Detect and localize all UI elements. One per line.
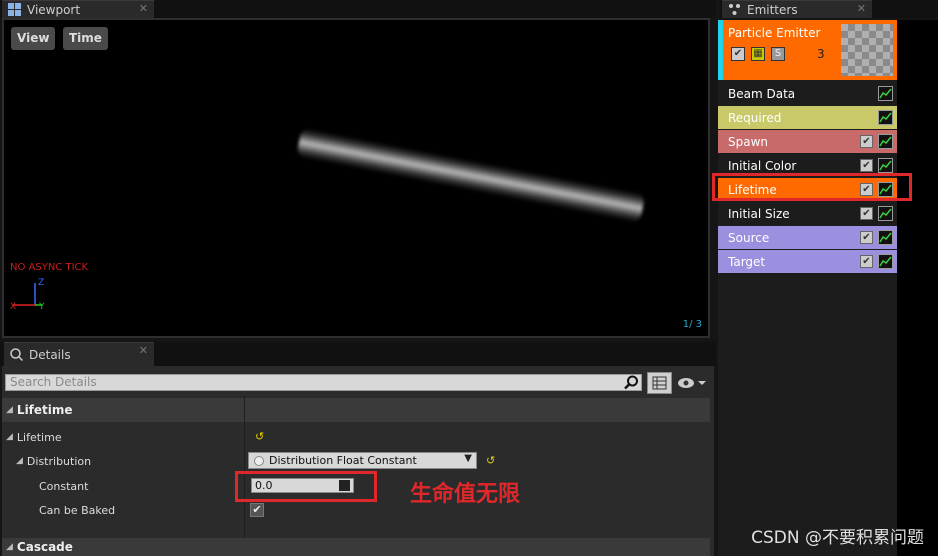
axis-z-label: Z: [38, 278, 44, 288]
category-cascade-label: Cascade: [16, 540, 73, 554]
curve-graph-icon[interactable]: [878, 254, 893, 269]
module-row[interactable]: Target ✔: [718, 250, 897, 273]
collapse-triangle-icon[interactable]: ◢: [16, 456, 23, 466]
view-options-button[interactable]: [676, 374, 710, 392]
particle-counter: 1/ 3: [682, 319, 702, 330]
prop-row-lifetime: ◢ Lifetime: [2, 425, 710, 449]
module-label: Source: [728, 230, 770, 245]
collapse-triangle-icon[interactable]: ◢: [6, 432, 13, 442]
distribution-dropdown[interactable]: Distribution Float Constant ▼: [248, 452, 477, 469]
category-lifetime[interactable]: ◢ Lifetime: [2, 398, 710, 422]
axis-y-label: Y: [38, 302, 45, 312]
tab-emitters-label: Emitters: [747, 2, 798, 17]
collapse-triangle-icon[interactable]: ◢: [6, 405, 13, 415]
solo-button[interactable]: S: [771, 47, 785, 61]
emitter-enable-checkbox[interactable]: ✔: [731, 47, 745, 61]
reset-to-default-icon[interactable]: ↺: [255, 430, 264, 443]
module-label: Initial Color: [728, 158, 797, 173]
curve-graph-icon[interactable]: [878, 206, 893, 221]
emitter-name: Particle Emitter: [728, 26, 821, 40]
close-icon[interactable]: ✕: [139, 344, 148, 357]
prop-constant-label: Constant: [39, 479, 89, 493]
module-row[interactable]: Required: [718, 106, 897, 129]
property-matrix-button[interactable]: [647, 372, 672, 394]
emitters-panel: Particle Emitter ✔ ▦ S 3 Beam Data Requir…: [718, 20, 938, 556]
viewport-icon: [8, 3, 21, 16]
curve-graph-icon[interactable]: [878, 134, 893, 149]
tab-viewport[interactable]: Viewport ✕: [2, 0, 154, 18]
module-row[interactable]: Source ✔: [718, 226, 897, 249]
class-icon: [254, 456, 264, 466]
grid-icon: [652, 376, 667, 390]
reset-to-default-icon[interactable]: ↺: [486, 454, 495, 467]
tab-viewport-label: Viewport: [27, 2, 81, 17]
module-enable-checkbox[interactable]: ✔: [860, 159, 873, 172]
search-icon[interactable]: [624, 375, 639, 390]
annotation-text: 生命值无限: [410, 482, 521, 507]
watermark: CSDN @不要积累问题: [751, 528, 924, 548]
details-panel: Search Details ◢ Lifetime ◢ Lifetime ↺ ◢…: [2, 366, 714, 556]
highlight-box-constant: [235, 471, 377, 502]
close-icon[interactable]: ✕: [139, 2, 148, 15]
module-enable-checkbox[interactable]: ✔: [860, 207, 873, 220]
axis-gizmo-icon: Z X Y: [10, 278, 45, 312]
viewport-canvas[interactable]: View Time NO ASYNC TICK Z X Y 1/ 3: [2, 18, 710, 338]
emitter-particle-count: 3: [817, 47, 825, 61]
curve-graph-icon[interactable]: [878, 230, 893, 245]
tab-details-label: Details: [29, 347, 71, 362]
module-label: Spawn: [728, 134, 769, 149]
search-input[interactable]: Search Details: [5, 374, 642, 391]
emitter-thumbnail: [841, 24, 893, 76]
emitter-icon: [729, 4, 740, 15]
emitter-header[interactable]: Particle Emitter ✔ ▦ S 3: [718, 20, 897, 80]
prop-distribution-label: Distribution: [26, 454, 92, 468]
tab-emitters[interactable]: Emitters ✕: [722, 0, 872, 18]
no-async-tick-label: NO ASYNC TICK: [10, 262, 89, 273]
close-icon[interactable]: ✕: [857, 2, 866, 15]
emitters-tabbar: Emitters ✕: [720, 0, 938, 18]
module-row[interactable]: Beam Data: [718, 82, 897, 105]
module-row[interactable]: Initial Size ✔: [718, 202, 897, 225]
time-button[interactable]: Time: [63, 27, 108, 50]
info-icon: [10, 348, 23, 361]
collapse-triangle-icon[interactable]: ◢: [6, 542, 13, 552]
curve-graph-icon[interactable]: [878, 110, 893, 125]
module-enable-checkbox[interactable]: ✔: [860, 135, 873, 148]
distribution-value: Distribution Float Constant: [269, 454, 417, 467]
category-lifetime-label: Lifetime: [16, 403, 73, 417]
details-tabbar: Details ✕: [0, 342, 716, 366]
prop-lifetime-label: Lifetime: [16, 430, 62, 444]
module-enable-checkbox[interactable]: ✔: [860, 255, 873, 268]
module-label: Required: [728, 110, 782, 125]
eye-icon: [678, 378, 706, 388]
module-row[interactable]: Spawn ✔: [718, 130, 897, 153]
category-cascade[interactable]: ◢ Cascade: [2, 538, 710, 556]
view-button[interactable]: View: [11, 27, 56, 50]
curve-graph-icon[interactable]: [878, 158, 893, 173]
emitter-render-mode-icon[interactable]: ▦: [751, 47, 765, 61]
editor-root: Viewport ✕ View Time NO ASYNC TICK Z X Y…: [0, 0, 938, 556]
emitter-selected-stripe: [718, 20, 723, 80]
prop-can-be-baked-label: Can be Baked: [39, 503, 116, 517]
can-be-baked-checkbox[interactable]: ✔: [250, 503, 264, 517]
beam-particle: [296, 127, 646, 224]
highlight-box-lifetime-module: [712, 173, 912, 201]
module-enable-checkbox[interactable]: ✔: [860, 231, 873, 244]
tab-details[interactable]: Details ✕: [4, 342, 154, 366]
chevron-down-icon: ▼: [464, 453, 472, 464]
module-label: Target: [728, 254, 766, 269]
axis-x-label: X: [10, 302, 16, 312]
emitter-column[interactable]: Particle Emitter ✔ ▦ S 3 Beam Data Requir…: [718, 20, 897, 556]
module-label: Beam Data: [728, 86, 796, 101]
viewport-tabbar: Viewport ✕: [0, 0, 716, 18]
module-label: Initial Size: [728, 206, 790, 221]
curve-graph-icon[interactable]: [878, 86, 893, 101]
search-placeholder: Search Details: [10, 375, 97, 389]
